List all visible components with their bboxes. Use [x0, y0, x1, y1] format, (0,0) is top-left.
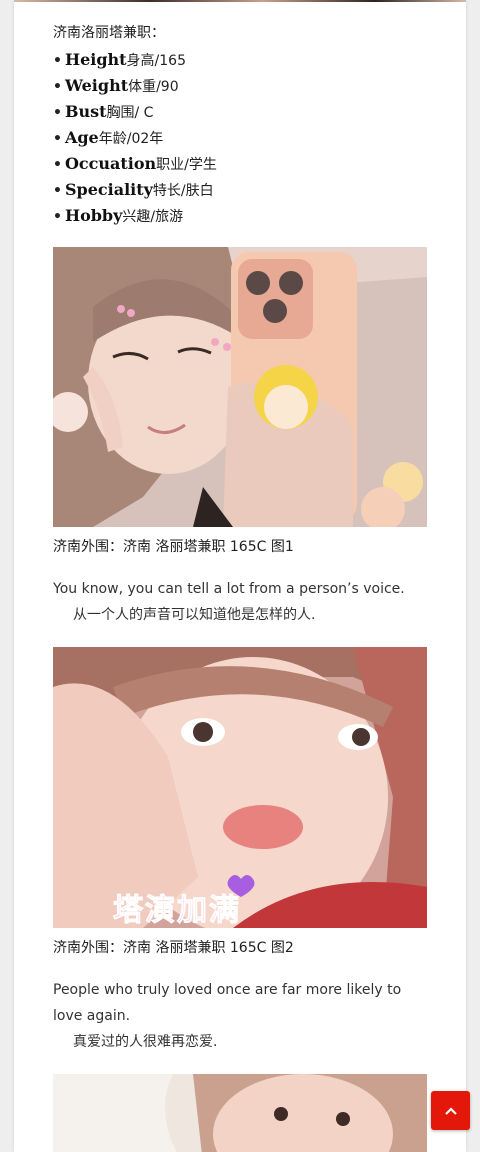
attribute-occupation: • Occuation职业/学生	[53, 154, 217, 173]
photo-1-illustration	[53, 247, 427, 527]
photo-3	[53, 1074, 427, 1152]
intro-text: 济南洛丽塔兼职：	[53, 25, 165, 41]
photo-1	[53, 247, 427, 527]
top-image-edge	[14, 0, 466, 2]
photo-2-quote: People who truly loved once are far more…	[53, 977, 427, 1055]
quote-1-english: You know, you can tell a lot from a pers…	[53, 581, 405, 597]
attribute-list: • Height身高/165 • Weight体重/90 • Bust胸围/ C • A…	[53, 47, 217, 229]
photo-1-caption: 济南外围：济南 洛丽塔兼职 165C 图1	[53, 539, 294, 555]
photo-3-illustration	[53, 1074, 427, 1152]
scroll-to-top-button[interactable]	[431, 1091, 470, 1130]
article-card: 济南洛丽塔兼职： • Height身高/165 • Weight体重/90 • Bus…	[14, 0, 466, 1152]
chevron-up-icon	[444, 1106, 457, 1115]
attribute-age: • Age年龄/02年	[53, 128, 164, 147]
quote-2-english: People who truly loved once are far more…	[53, 982, 402, 1024]
attribute-weight: • Weight体重/90	[53, 76, 179, 95]
quote-1-chinese: 从一个人的声音可以知道他是怎样的人.	[73, 607, 316, 623]
attribute-speciality: • Speciality特长/肤白	[53, 180, 214, 199]
photo-2: 塔演加满	[53, 647, 427, 928]
attribute-height: • Height身高/165	[53, 50, 186, 69]
attribute-hobby: • Hobby兴趣/旅游	[53, 206, 184, 225]
photo-2-caption: 济南外围：济南 洛丽塔兼职 165C 图2	[53, 940, 294, 956]
quote-2-chinese: 真爱过的人很难再恋爱.	[73, 1034, 218, 1050]
photo-2-sticker-text: 塔演加满	[113, 893, 241, 929]
photo-1-quote: You know, you can tell a lot from a pers…	[53, 576, 427, 628]
attribute-bust: • Bust胸围/ C	[53, 102, 154, 121]
